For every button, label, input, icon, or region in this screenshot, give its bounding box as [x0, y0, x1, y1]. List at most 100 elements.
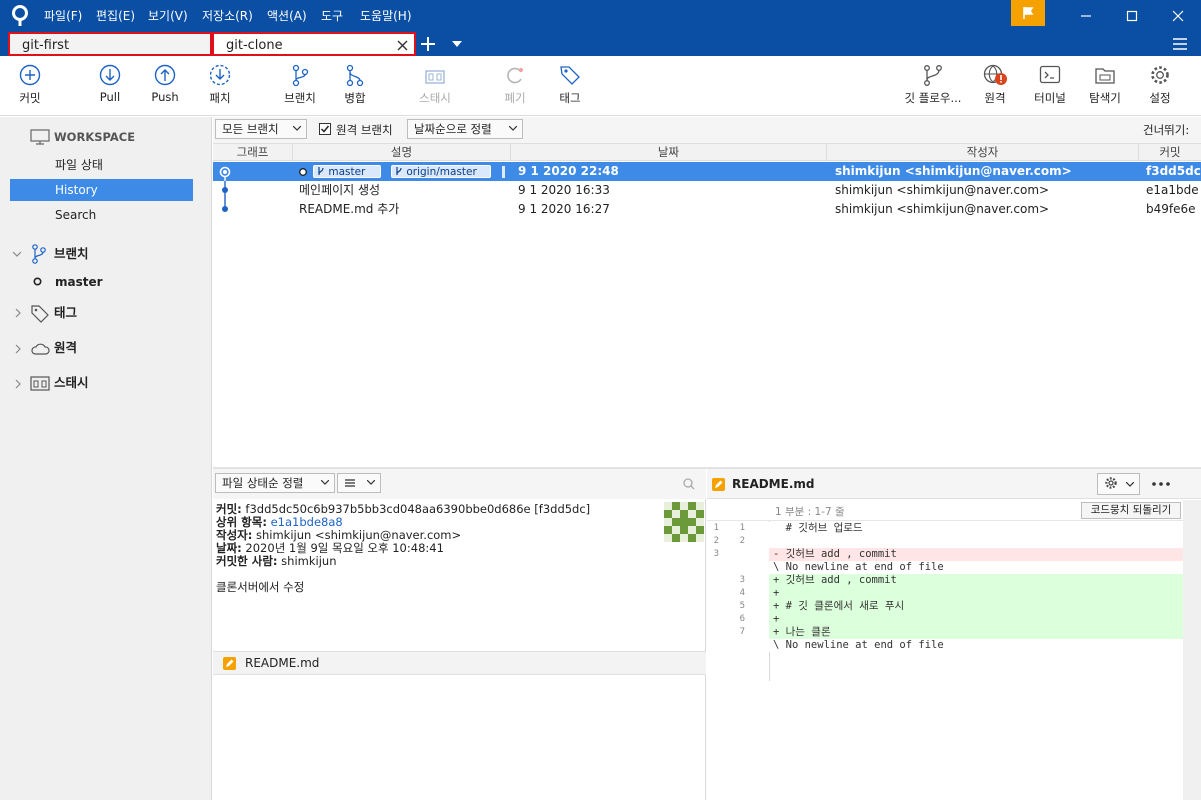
maximize-button[interactable] — [1109, 0, 1155, 32]
sort-order-dropdown[interactable]: 날짜순으로 정렬 — [407, 119, 523, 139]
commit-row[interactable]: 메인페이지 생성 9 1 2020 16:33 shimkijun <shimk… — [213, 181, 1201, 200]
discard-button[interactable]: 폐기 — [485, 64, 545, 112]
sidebar-stashes[interactable]: 스태시 — [54, 372, 204, 394]
patch-icon — [209, 64, 231, 86]
remote-branches-label: 원격 브랜치 — [336, 123, 393, 137]
tab-dropdown-icon[interactable] — [452, 41, 462, 47]
close-window-button[interactable] — [1155, 0, 1201, 32]
diff-line-added[interactable]: 5 + # 깃 클론에서 새로 푸시 — [740, 600, 1183, 613]
explorer-button[interactable]: 탐색기 — [1075, 64, 1135, 112]
diff-line-added[interactable]: 4 + — [740, 587, 1183, 600]
diff-options-dropdown[interactable] — [1097, 473, 1140, 495]
chevron-down-icon[interactable] — [12, 251, 22, 258]
branch-filter-dropdown[interactable]: 모든 브랜치 — [215, 119, 307, 139]
search-icon[interactable] — [683, 478, 695, 490]
tab-git-clone[interactable]: git-clone — [212, 32, 416, 56]
diff-line-added[interactable]: 3 + 깃허브 add , commit — [740, 574, 1183, 587]
merge-button[interactable]: 병합 — [325, 64, 385, 112]
remote-button[interactable]: 원격 — [965, 64, 1025, 112]
menu-tools[interactable]: 도구 — [321, 0, 343, 32]
head-marker-icon — [299, 168, 307, 176]
menu-view[interactable]: 보기(V) — [148, 0, 188, 32]
diff-line[interactable]: 11 # 깃허브 업로드 — [707, 522, 1183, 535]
diff-line-added[interactable]: 7 + 나는 클론 — [740, 626, 1183, 639]
settings-button[interactable]: 설정 — [1130, 64, 1190, 112]
commit-history-panel: 모든 브랜치 원격 브랜치 날짜순으로 정렬 건너뛰기: 그래프 설명 날짜 작… — [213, 117, 1201, 467]
sourcetree-logo-icon — [12, 5, 28, 26]
chevron-right-icon[interactable] — [15, 379, 22, 389]
arrow-down-circle-icon — [99, 64, 121, 86]
stash-button[interactable]: 스태시 — [405, 64, 465, 112]
column-graph[interactable]: 그래프 — [213, 144, 293, 161]
column-description[interactable]: 설명 — [293, 144, 511, 161]
tab-label: git-clone — [226, 38, 283, 53]
repo-tab-bar: git-first git-clone — [0, 32, 1201, 56]
remote-globe-icon — [983, 64, 1007, 85]
diff-lines: 11 # 깃허브 업로드 22 3- 깃허브 add , commit \ No… — [707, 522, 1183, 682]
git-flow-button[interactable]: 깃 플로우... — [898, 64, 968, 112]
commit-row[interactable]: master origin/master 9 1 2020 22:48 shim… — [213, 162, 1201, 181]
hamburger-menu-icon[interactable] — [1172, 37, 1188, 51]
tab-git-first[interactable]: git-first — [8, 32, 212, 56]
column-commit[interactable]: 커밋 — [1139, 144, 1201, 161]
close-tab-icon[interactable] — [397, 40, 408, 51]
notification-flag-icon[interactable] — [1011, 0, 1045, 26]
jump-to-label: 건너뛰기: — [1143, 123, 1190, 137]
commit-metadata: 커밋: f3dd5dc50c6b937b5bb3cd048aa6390bbe0d… — [216, 503, 666, 594]
tag-button[interactable]: 태그 — [540, 64, 600, 112]
menu-action[interactable]: 액션(A) — [267, 0, 307, 32]
sidebar-item-history[interactable]: History — [10, 179, 193, 201]
sidebar-tags[interactable]: 태그 — [54, 302, 204, 324]
parent-commit-link[interactable]: e1a1bde8a8 — [271, 515, 343, 529]
menu-file[interactable]: 파일(F) — [44, 0, 82, 32]
chevron-right-icon[interactable] — [15, 344, 22, 354]
terminal-icon — [1039, 65, 1061, 84]
workspace-header[interactable]: WORKSPACE — [54, 126, 204, 148]
commit-button[interactable]: 커밋 — [0, 64, 60, 112]
chevron-right-icon[interactable] — [15, 308, 22, 318]
diff-line-added[interactable]: 6 + — [740, 613, 1183, 626]
file-sort-dropdown[interactable]: 파일 상태순 정렬 — [215, 473, 335, 493]
menu-help[interactable]: 도움말(H) — [360, 0, 412, 32]
diff-line[interactable]: 22 — [707, 535, 1183, 548]
sidebar-branch-master[interactable]: master — [55, 271, 205, 293]
column-date[interactable]: 날짜 — [511, 144, 827, 161]
terminal-button[interactable]: 터미널 — [1020, 64, 1080, 112]
changed-file-row[interactable]: README.md — [213, 651, 706, 675]
monitor-icon — [30, 129, 50, 145]
commit-row[interactable]: README.md 추가 9 1 2020 16:27 shimkijun <s… — [213, 200, 1201, 219]
add-tab-icon[interactable] — [420, 36, 436, 52]
view-mode-dropdown[interactable] — [337, 473, 381, 493]
sidebar-branches[interactable]: 브랜치 — [54, 243, 204, 265]
menu-repository[interactable]: 저장소(R) — [202, 0, 253, 32]
minimize-button[interactable] — [1063, 0, 1109, 32]
remote-branches-checkbox[interactable] — [319, 123, 331, 135]
committer-line: 커밋한 사람: shimkijun — [216, 554, 337, 568]
branch-icon — [32, 244, 46, 264]
commit-hash: e1a1bde — [1146, 183, 1199, 197]
more-options-icon[interactable] — [1152, 482, 1170, 486]
branch-button[interactable]: 브랜치 — [270, 64, 330, 112]
diff-line-removed[interactable]: 3- 깃허브 add , commit — [714, 548, 1183, 561]
sidebar-item-search[interactable]: Search — [10, 204, 193, 226]
diff-panel: README.md 1 부분 : 1-7 줄 코드뭉치 되돌리기 11 # 깃허… — [707, 469, 1201, 800]
sidebar-remotes[interactable]: 원격 — [54, 337, 204, 359]
branch-tag-master[interactable]: master — [313, 165, 381, 178]
commit-hash: b49fe6e — [1146, 202, 1196, 216]
pull-button[interactable]: Pull — [80, 64, 140, 112]
branch-tag-origin-master[interactable]: origin/master — [391, 165, 491, 178]
chevron-down-icon — [1126, 482, 1134, 487]
commit-description: README.md 추가 — [299, 202, 400, 216]
patch-button[interactable]: 패치 — [190, 64, 250, 112]
diff-line[interactable]: \ No newline at end of file — [707, 639, 1183, 652]
column-author[interactable]: 작성자 — [827, 144, 1139, 161]
diff-line[interactable]: \ No newline at end of file — [707, 561, 1183, 574]
menu-edit[interactable]: 편집(E) — [96, 0, 135, 32]
revert-hunk-button[interactable]: 코드뭉치 되돌리기 — [1081, 502, 1181, 519]
commit-author: shimkijun <shimkijun@naver.com> — [835, 202, 1050, 216]
sidebar-item-file-status[interactable]: 파일 상태 — [10, 154, 193, 176]
commit-list-header: 그래프 설명 날짜 작성자 커밋 — [213, 143, 1201, 161]
branch-icon — [318, 167, 324, 175]
push-button[interactable]: Push — [135, 64, 195, 112]
vertical-scrollbar[interactable] — [1183, 500, 1201, 800]
